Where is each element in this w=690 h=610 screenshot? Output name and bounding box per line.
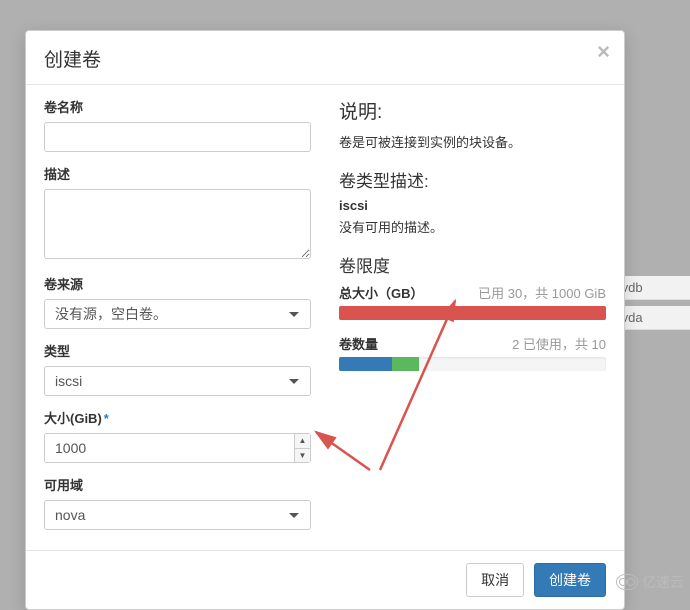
quota-count-value: 2 已使用，共 10 xyxy=(512,334,606,353)
size-label: 大小(GiB)* xyxy=(44,408,311,427)
availability-zone-select[interactable]: nova xyxy=(44,500,311,530)
watermark: 亿速云 xyxy=(616,572,684,592)
type-label: 类型 xyxy=(44,341,311,360)
quota-size-bar xyxy=(339,306,606,320)
quota-count-bar-used xyxy=(339,357,392,371)
size-stepper: ▲ ▼ xyxy=(294,434,310,462)
quota-size: 总大小（GB） 已用 30，共 1000 GiB xyxy=(339,283,606,320)
explain-heading: 说明: xyxy=(339,97,606,124)
type-select[interactable]: iscsi xyxy=(44,366,311,396)
close-icon[interactable]: × xyxy=(597,41,610,63)
size-input[interactable] xyxy=(44,433,311,463)
availability-zone-label: 可用域 xyxy=(44,475,311,494)
size-step-up[interactable]: ▲ xyxy=(295,434,310,449)
help-column: 说明: 卷是可被连接到实例的块设备。 卷类型描述: iscsi 没有可用的描述。… xyxy=(325,97,606,542)
dialog-header: 创建卷 × xyxy=(26,31,624,85)
quota-size-value: 已用 30，共 1000 GiB xyxy=(478,283,606,302)
description-textarea[interactable] xyxy=(44,189,311,259)
typedesc-text: 没有可用的描述。 xyxy=(339,217,606,236)
dialog-body: 卷名称 描述 卷来源 没有源，空白卷。 类型 iscsi xyxy=(26,85,624,550)
volume-name-input[interactable] xyxy=(44,122,311,152)
typedesc-name: iscsi xyxy=(339,198,606,213)
cancel-button[interactable]: 取消 xyxy=(466,563,524,597)
form-column: 卷名称 描述 卷来源 没有源，空白卷。 类型 iscsi xyxy=(44,97,325,542)
source-select[interactable]: 没有源，空白卷。 xyxy=(44,299,311,329)
quota-count-bar xyxy=(339,357,606,371)
explain-text: 卷是可被连接到实例的块设备。 xyxy=(339,132,606,151)
watermark-icon xyxy=(616,574,638,590)
dialog-footer: 取消 创建卷 xyxy=(26,550,624,609)
typedesc-heading: 卷类型描述: xyxy=(339,167,606,192)
dialog-title: 创建卷 xyxy=(44,45,606,72)
volume-name-label: 卷名称 xyxy=(44,97,311,116)
quota-count-bar-proposed xyxy=(392,357,419,371)
limits-heading: 卷限度 xyxy=(339,252,606,277)
required-mark: * xyxy=(104,411,109,426)
source-label: 卷来源 xyxy=(44,274,311,293)
description-label: 描述 xyxy=(44,164,311,183)
create-volume-dialog: 创建卷 × 卷名称 描述 卷来源 没有源，空白卷。 类型 xyxy=(25,30,625,610)
size-step-down[interactable]: ▼ xyxy=(295,449,310,463)
quota-size-bar-fill xyxy=(339,306,606,320)
quota-count: 卷数量 2 已使用，共 10 xyxy=(339,334,606,371)
quota-count-label: 卷数量 xyxy=(339,334,378,353)
submit-button[interactable]: 创建卷 xyxy=(534,563,606,597)
quota-size-label: 总大小（GB） xyxy=(339,283,424,302)
